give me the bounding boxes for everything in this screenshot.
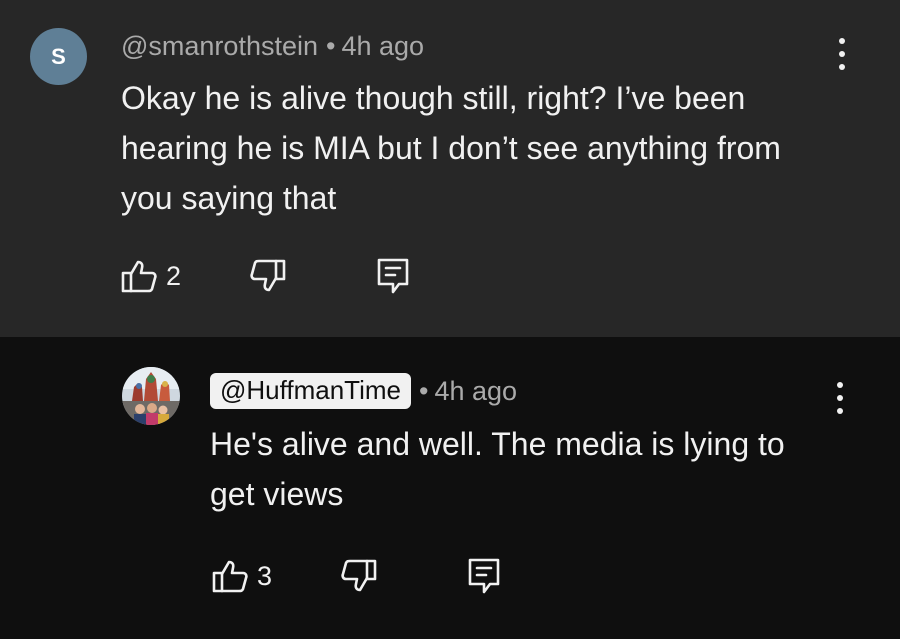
meta-separator: • — [419, 375, 429, 406]
comment-time[interactable]: 4h ago — [434, 376, 517, 407]
avatar-letter: S — [51, 43, 66, 69]
like-button[interactable]: 2 — [120, 257, 181, 295]
comment-actions: 3 — [211, 556, 502, 596]
comment-meta: @HuffmanTime • 4h ago — [210, 373, 517, 409]
comment-meta: @smanrothstein • 4h ago — [121, 28, 424, 64]
avatar[interactable]: S — [30, 28, 87, 85]
dislike-button[interactable] — [340, 557, 378, 595]
thumbs-down-icon — [341, 559, 377, 592]
meta-separator: • — [326, 30, 336, 61]
comment-author[interactable]: @smanrothstein — [121, 31, 318, 62]
comment: S @smanrothstein • 4h ago Okay he is ali… — [0, 0, 900, 337]
more-vert-icon[interactable] — [828, 378, 852, 418]
like-count: 2 — [166, 260, 182, 291]
reply-icon — [377, 258, 409, 294]
comment-time[interactable]: 4h ago — [341, 31, 424, 62]
dislike-button[interactable] — [249, 257, 287, 295]
reply-comment: @HuffmanTime • 4h ago He's alive and wel… — [0, 337, 900, 639]
like-button[interactable]: 3 — [211, 557, 272, 595]
comment-actions: 2 — [120, 256, 411, 296]
like-count: 3 — [257, 560, 273, 591]
thumbs-down-icon — [250, 259, 286, 292]
thumbs-up-icon — [121, 260, 157, 293]
more-vert-icon[interactable] — [830, 34, 854, 74]
reply-button[interactable] — [466, 556, 502, 596]
avatar[interactable] — [122, 367, 180, 425]
comment-text: Okay he is alive though still, right? I’… — [121, 80, 781, 216]
thumbs-up-icon — [212, 560, 248, 593]
creator-handle-badge[interactable]: @HuffmanTime — [210, 373, 411, 409]
reply-icon — [468, 558, 500, 594]
reply-button[interactable] — [375, 256, 411, 296]
comment-text: He's alive and well. The media is lying … — [210, 426, 785, 512]
